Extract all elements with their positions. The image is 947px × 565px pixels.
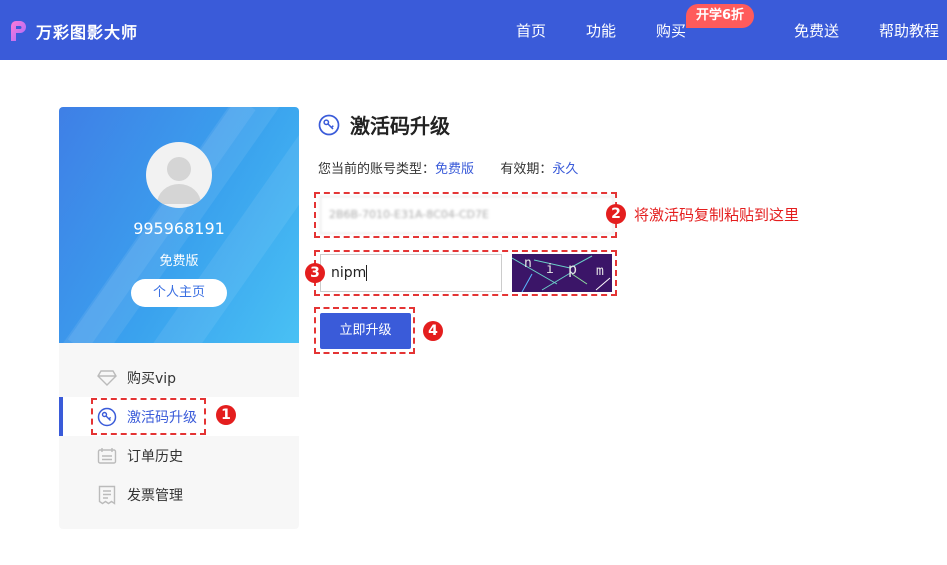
captcha-input[interactable]: nipm (320, 254, 502, 292)
page-heading: 激活码升级 (318, 110, 450, 139)
captcha-image[interactable]: n i p m (512, 254, 612, 292)
annotation-step1: 1 (216, 405, 236, 425)
annotation-step4: 4 (423, 321, 443, 341)
captcha-char: m (596, 264, 604, 279)
user-id: 995968191 (133, 219, 225, 238)
captcha-char: i (546, 262, 554, 277)
invoice-icon (97, 485, 117, 505)
sidebar-item-order-history[interactable]: 订单历史 (59, 436, 299, 475)
text-cursor (366, 265, 368, 281)
account-info: 您当前的账号类型：免费版 有效期：永久 (318, 158, 578, 177)
profile-home-button[interactable]: 个人主页 (131, 279, 227, 307)
annotation-step2-hint: 将激活码复制粘贴到这里 (634, 206, 800, 224)
diamond-icon (97, 368, 117, 388)
brand-name: 万彩图影大师 (36, 23, 139, 42)
sidebar-item-invoice[interactable]: 发票管理 (59, 475, 299, 514)
captcha-input-value: nipm (331, 265, 367, 281)
sidebar-item-label: 购买vip (127, 370, 177, 387)
nav-help[interactable]: 帮助教程 (879, 20, 939, 41)
account-type-value: 免费版 (435, 162, 475, 177)
brand-logo-icon (8, 20, 30, 42)
nav-home[interactable]: 首页 (516, 20, 546, 41)
activation-code-input[interactable]: 2B6B-7010-E31A-8C04-CD7E (320, 196, 614, 234)
page-title: 激活码升级 (350, 114, 450, 138)
sidebar-item-label: 订单历史 (127, 448, 183, 465)
nav-features[interactable]: 功能 (586, 20, 616, 41)
nav-buy[interactable]: 购买 (656, 20, 686, 41)
avatar[interactable] (146, 142, 212, 208)
promo-badge[interactable]: 开学6折 (686, 4, 755, 28)
validity-label: 有效期： (500, 162, 553, 177)
top-header: 万彩图影大师 首页 功能 购买 开学6折 免费送 帮助教程 (0, 0, 947, 60)
activation-icon (318, 114, 340, 136)
sidebar-item-buy-vip[interactable]: 购买vip (59, 358, 299, 397)
annotation-box-step1 (91, 398, 206, 435)
captcha-char: p (568, 260, 578, 278)
sidebar-item-label: 发票管理 (127, 487, 183, 504)
captcha-char: n (524, 256, 532, 271)
user-plan: 免费版 (159, 254, 199, 269)
annotation-step3: 3 (305, 263, 325, 283)
validity-value: 永久 (552, 162, 579, 177)
account-sidebar: 995968191 免费版 个人主页 购买vip 激活码升级 订单历史 发票管理 (59, 107, 299, 529)
annotation-step2: 2 (606, 204, 626, 224)
brand-logo[interactable]: 万彩图影大师 (8, 19, 138, 43)
account-type-label: 您当前的账号类型： (318, 162, 436, 177)
user-silhouette-icon (157, 157, 201, 204)
profile-card: 995968191 免费版 个人主页 (59, 107, 299, 343)
nav-free[interactable]: 免费送 (794, 20, 839, 41)
upgrade-button[interactable]: 立即升级 (320, 313, 411, 349)
order-history-icon (97, 446, 117, 466)
